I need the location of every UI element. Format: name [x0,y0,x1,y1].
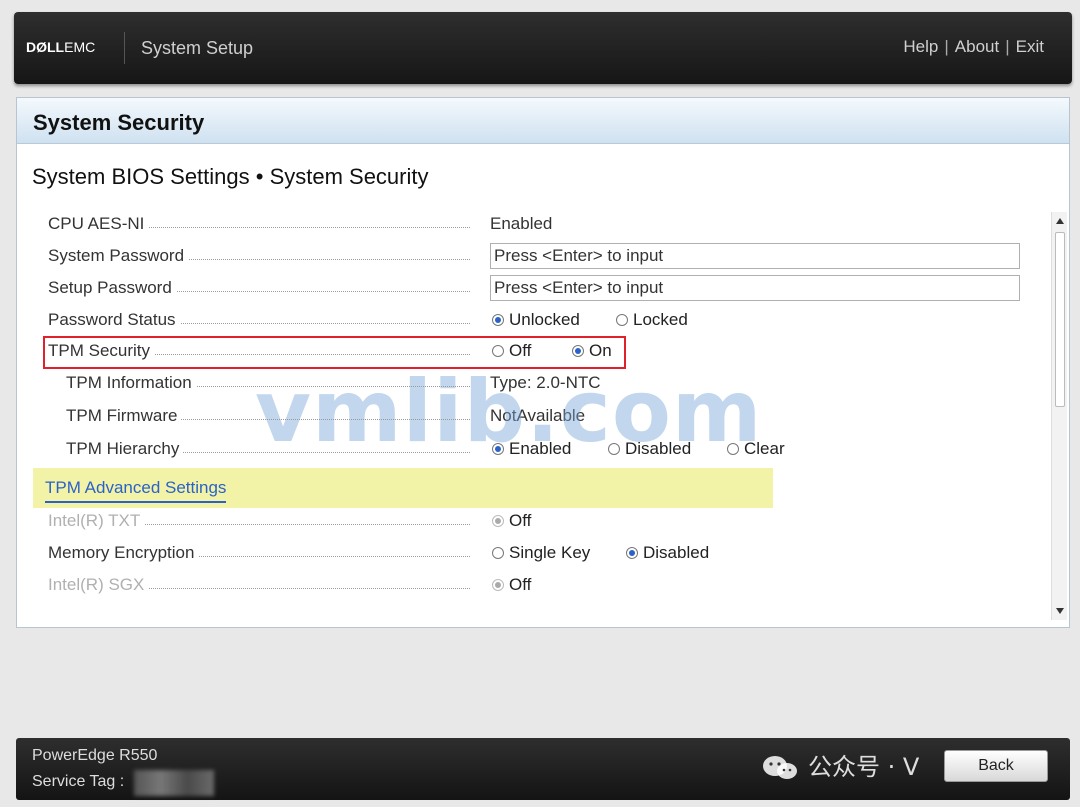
setting-label: TPM Information [66,373,470,393]
setting-row-cpu-aes-ni: CPU AES-NI Enabled [48,214,1048,240]
setting-row-password-status: Password Status Unlocked Locked [48,310,1048,336]
radio-selected-icon [492,515,504,527]
setting-row-tpm-security: TPM Security Off On [48,341,1048,367]
setting-row-tpm-firmware: TPM Firmware NotAvailable [66,406,1046,432]
main-panel: System Security System BIOS Settings • S… [16,97,1070,628]
header-links: Help | About | Exit [903,37,1044,57]
brand-light: EMC [64,39,96,55]
radio-enabled[interactable]: Enabled [492,439,571,459]
radio-disabled[interactable]: Disabled [608,439,691,459]
wechat-text: 公众号 · V [808,753,920,781]
radio-disabled[interactable]: Disabled [626,543,709,563]
setting-label: System Password [48,246,470,266]
exit-link[interactable]: Exit [1016,37,1044,56]
radio-on[interactable]: On [572,341,612,361]
setting-value: NotAvailable [490,406,586,425]
setting-row-tpm-information: TPM Information Type: 2.0-NTC [66,373,1046,399]
setting-row-setup-password: Setup Password Press <Enter> to input [48,275,1048,304]
scroll-down-icon[interactable] [1056,608,1064,614]
dell-emc-logo: DØLLEMC [26,39,95,55]
service-tag-redacted [134,770,214,796]
radio-off[interactable]: Off [492,341,531,361]
about-link[interactable]: About [955,37,999,56]
radio-clear[interactable]: Clear [727,439,785,459]
setting-value: Type: 2.0-NTC [490,373,601,392]
setting-row-intel-sgx: Intel(R) SGX Off [48,575,1048,601]
setting-value: Enabled [490,214,553,233]
radio-unselected-icon [727,443,739,455]
app-title: System Setup [141,38,254,58]
brand-bold: DØLL [26,39,65,55]
setup-password-field[interactable]: Press <Enter> to input [490,275,1020,301]
setting-label: Password Status [48,310,470,330]
link-separator: | [1005,37,1010,56]
back-button[interactable]: Back [944,750,1048,782]
tpm-advanced-settings-row[interactable]: TPM Advanced Settings [33,468,773,508]
help-link[interactable]: Help [903,37,938,56]
scrollbar-thumb[interactable] [1055,232,1065,407]
radio-selected-icon [492,579,504,591]
radio-off: Off [492,575,531,595]
radio-single-key[interactable]: Single Key [492,543,590,563]
settings-list: CPU AES-NI Enabled System Password Press… [17,98,1069,627]
tpm-advanced-settings-link[interactable]: TPM Advanced Settings [45,478,227,503]
setting-row-tpm-hierarchy: TPM Hierarchy Enabled Disabled Clear [66,439,1046,465]
system-password-field[interactable]: Press <Enter> to input [490,243,1020,269]
setting-label: Intel(R) TXT [48,511,470,531]
setting-label: Intel(R) SGX [48,575,470,595]
service-tag-label: Service Tag : [32,773,125,790]
setting-label: TPM Security [48,341,470,361]
top-bar: DØLLEMC System Setup Help | About | Exit [14,12,1072,84]
radio-unselected-icon [492,345,504,357]
radio-unselected-icon [608,443,620,455]
setting-row-intel-txt: Intel(R) TXT Off [48,511,1048,537]
setting-label: TPM Firmware [66,406,470,426]
radio-locked[interactable]: Locked [616,310,688,330]
radio-selected-icon [492,314,504,326]
wechat-icon [763,756,797,779]
setting-row-system-password: System Password Press <Enter> to input [48,243,1048,272]
scroll-up-icon[interactable] [1056,218,1064,224]
setting-row-memory-encryption: Memory Encryption Single Key Disabled [48,543,1048,569]
setting-label: CPU AES-NI [48,214,470,234]
radio-off: Off [492,511,531,531]
radio-selected-icon [626,547,638,559]
header-divider [124,32,125,64]
setting-label: Memory Encryption [48,543,470,563]
radio-unselected-icon [492,547,504,559]
scrollbar[interactable] [1051,212,1067,620]
radio-unlocked[interactable]: Unlocked [492,310,580,330]
system-model: PowerEdge R550 [32,747,158,764]
radio-selected-icon [572,345,584,357]
radio-selected-icon [492,443,504,455]
radio-unselected-icon [616,314,628,326]
wechat-overlay: 公众号 · V [760,747,919,783]
link-separator: | [944,37,949,56]
setting-label: Setup Password [48,278,470,298]
setting-label: TPM Hierarchy [66,439,470,459]
